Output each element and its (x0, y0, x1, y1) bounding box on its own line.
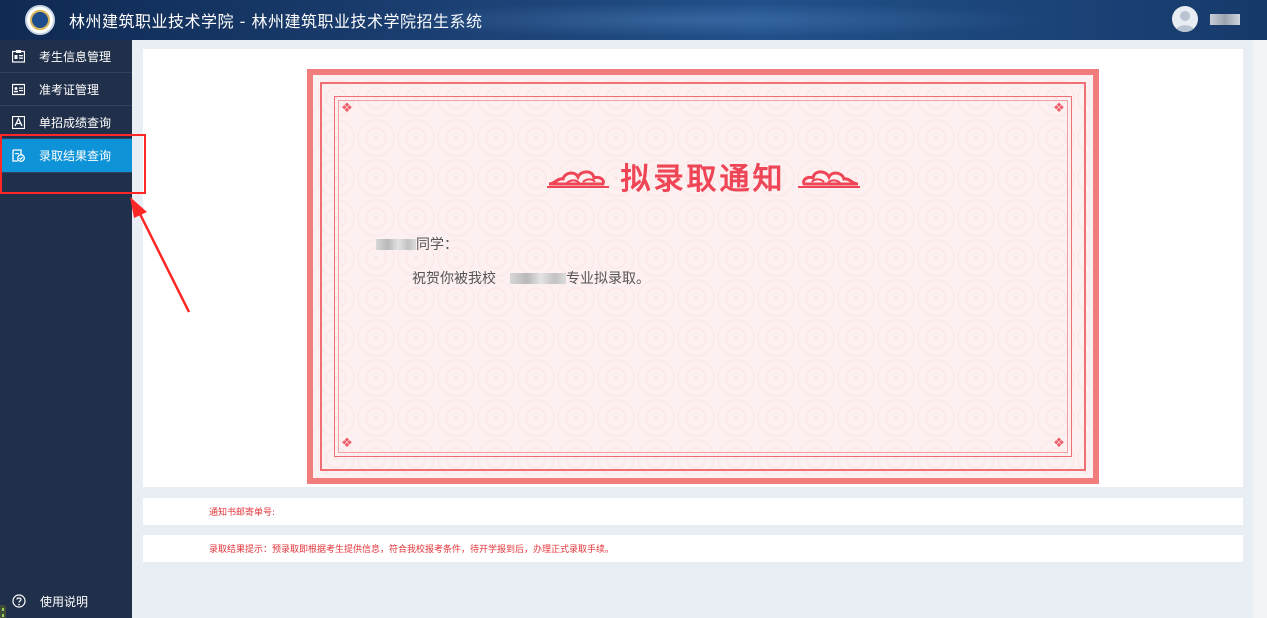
user-avatar-icon[interactable] (1172, 6, 1198, 32)
cloud-left-icon (546, 170, 609, 188)
ticket-card-icon (12, 83, 25, 96)
site-title: 林州建筑职业技术学院 - 林州建筑职业技术学院招生系统 (69, 12, 483, 31)
help-circle-icon (12, 594, 26, 608)
admission-tip-text: 录取结果提示：预录取即根据考生提供信息，符合我校报考条件，待开学报到后，办理正式… (209, 545, 615, 555)
top-header: 林州建筑职业技术学院 - 林州建筑职业技术学院招生系统 (0, 0, 1267, 40)
sidebar-item-label: 录取结果查询 (39, 149, 112, 163)
sidebar-item-student-info[interactable]: 考生信息管理 (0, 40, 132, 73)
certificate-title: 拟录取通知 (620, 162, 786, 197)
school-logo (25, 5, 55, 35)
main-content: ❖ ❖ ❖ ❖ 拟录取通知 同学： 祝贺你被我校 专业拟录取。 通知书邮寄单号:… (132, 40, 1267, 618)
score-icon (12, 115, 25, 129)
corner-ornament-icon: ❖ (1053, 436, 1065, 451)
mail-tracking-bar: 通知书邮寄单号: (143, 498, 1243, 525)
admission-certificate: ❖ ❖ ❖ ❖ 拟录取通知 同学： 祝贺你被我校 专业拟录取。 (307, 69, 1099, 484)
id-card-icon (12, 49, 25, 63)
sidebar: 考生信息管理 准考证管理 单招成绩查询 录取结果查询 使用说明 (0, 40, 132, 618)
admission-result-icon (12, 149, 25, 162)
corner-ornament-icon: ❖ (1053, 101, 1065, 116)
sidebar-item-admission-result[interactable]: 录取结果查询 (0, 139, 132, 173)
mail-tracking-label: 通知书邮寄单号: (209, 508, 276, 518)
cloud-right-icon (797, 170, 860, 188)
admission-tip-bar: 录取结果提示：预录取即根据考生提供信息，符合我校报考条件，待开学报到后，办理正式… (143, 535, 1243, 562)
certificate-greeting: 同学： (376, 234, 458, 254)
user-menu[interactable] (1172, 6, 1240, 32)
help-link[interactable]: 使用说明 (0, 584, 132, 618)
sidebar-item-label: 准考证管理 (39, 82, 100, 97)
sidebar-item-admission-ticket[interactable]: 准考证管理 (0, 73, 132, 106)
major-name-redacted (510, 272, 566, 284)
corner-ornament-icon: ❖ (341, 101, 353, 116)
main-scrollbar[interactable] (1253, 40, 1267, 618)
username-redacted[interactable] (1210, 13, 1240, 25)
certificate-card: ❖ ❖ ❖ ❖ 拟录取通知 同学： 祝贺你被我校 专业拟录取。 (143, 49, 1243, 487)
corner-ornament-icon: ❖ (341, 436, 353, 451)
certificate-body: 祝贺你被我校 专业拟录取。 (412, 271, 650, 287)
help-label: 使用说明 (40, 594, 89, 609)
sidebar-item-label: 考生信息管理 (39, 49, 112, 64)
student-name-redacted (376, 238, 416, 250)
sidebar-item-label: 单招成绩查询 (39, 115, 112, 130)
sidebar-item-score-query[interactable]: 单招成绩查询 (0, 106, 132, 139)
